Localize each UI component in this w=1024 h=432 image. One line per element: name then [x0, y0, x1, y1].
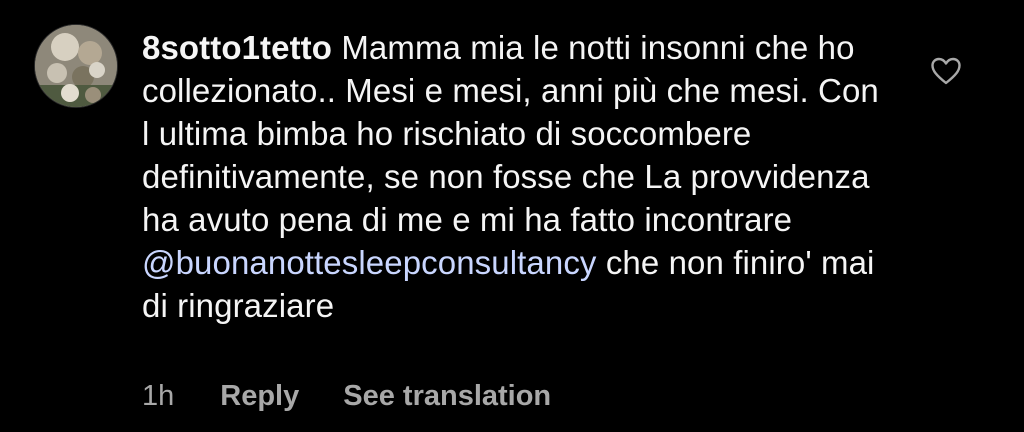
like-button[interactable]	[930, 56, 962, 86]
mention-link[interactable]: @buonanottesleepconsultancy	[142, 244, 597, 281]
username-link[interactable]: 8sotto1tetto	[142, 29, 332, 66]
comment-item: 8sotto1tetto Mamma mia le notti insonni …	[0, 0, 1024, 432]
heart-outline-icon	[931, 57, 961, 85]
user-avatar-photo	[35, 25, 117, 107]
comment-body: 8sotto1tetto Mamma mia le notti insonni …	[142, 26, 882, 327]
see-translation-button[interactable]: See translation	[343, 380, 551, 413]
comment-meta: 1h Reply See translation	[142, 380, 551, 413]
reply-button[interactable]: Reply	[220, 380, 299, 413]
timestamp: 1h	[142, 380, 175, 412]
avatar[interactable]	[34, 24, 118, 108]
